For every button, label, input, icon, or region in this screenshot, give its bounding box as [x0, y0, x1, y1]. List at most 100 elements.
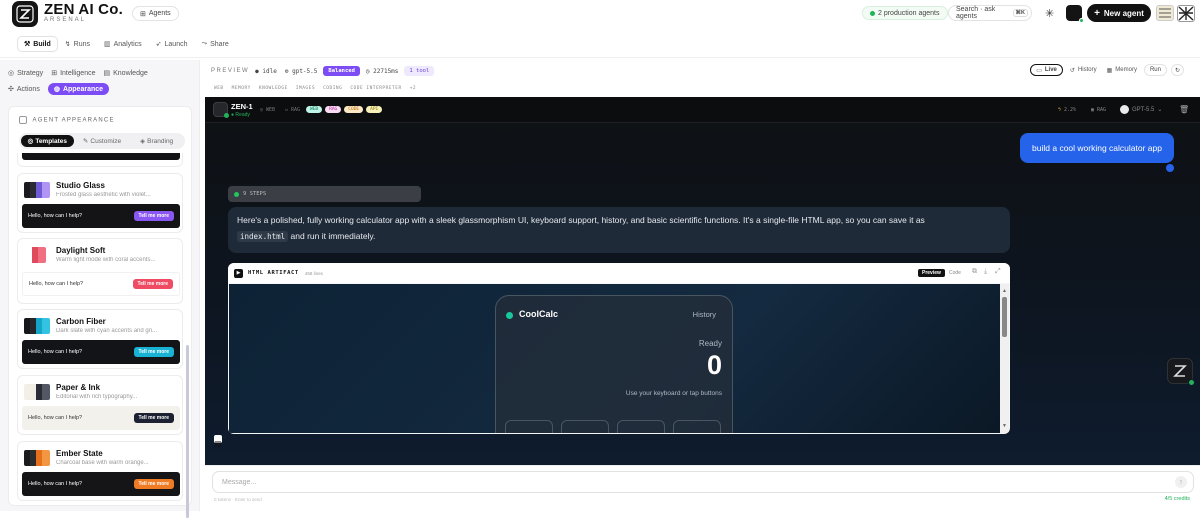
template-card-paper-ink[interactable]: Paper & Ink Editorial with rich typograp…: [17, 375, 183, 435]
message-placeholder: Message...: [222, 478, 257, 486]
composer-hint: 0 tokens · Enter to send: [214, 497, 262, 502]
trash-icon[interactable]: 🗑: [1179, 105, 1189, 114]
preview-actions: ▭ Live ↺ History ▦ Memory Run ↻: [1030, 64, 1184, 76]
appearance-panel: AGENT APPEARANCE ◎ Templates ✎ Customize ◈…: [8, 106, 192, 506]
run-icon: ↯: [64, 41, 71, 48]
model-selector[interactable]: GPT-5.5 ⌄: [1120, 105, 1162, 114]
calc-key[interactable]: [561, 420, 609, 433]
new-agent-label: New agent: [1103, 8, 1144, 18]
online-dot-icon: [1188, 379, 1195, 386]
calc-key[interactable]: [617, 420, 665, 433]
preview-cta: Tell me more: [133, 413, 174, 423]
template-desc: Frosted glass aesthetic with violet...: [56, 192, 151, 198]
preview-cta: Tell me more: [133, 347, 174, 357]
artifact-scrollbar[interactable]: ▲ ▼: [1000, 284, 1009, 433]
segment-templates[interactable]: ◎ Templates: [21, 135, 74, 147]
template-card-carbon-fiber[interactable]: Carbon Fiber Dark slate with cyan accent…: [17, 309, 183, 369]
steps-toggle[interactable]: 9 STEPS: [228, 186, 421, 202]
template-swatch: [24, 318, 50, 334]
preview-cta: Tell me more: [133, 211, 174, 221]
expand-icon[interactable]: ⤢: [995, 268, 1001, 276]
nav-strategy[interactable]: ◎ Strategy: [8, 67, 43, 79]
calc-title: CoolCalc: [519, 309, 559, 319]
model-icon: [1120, 105, 1129, 114]
refresh-icon[interactable]: ↻: [1170, 64, 1184, 76]
mode-tabs: ⚒ Build ↯ Runs ▥ Analytics ➶ Launch ⤳ Share: [18, 37, 235, 51]
preview-cta: Tell me more: [132, 279, 173, 289]
preview-tab[interactable]: Preview: [918, 269, 945, 277]
tab-analytics[interactable]: ▥ Analytics: [98, 37, 148, 51]
nav-intelligence[interactable]: ⊞ Intelligence: [51, 67, 95, 79]
response-code: index.html: [237, 231, 289, 242]
scroll-thumb[interactable]: [1002, 297, 1007, 337]
user-avatar[interactable]: [1177, 5, 1195, 22]
template-card-daylight-soft[interactable]: Daylight Soft Warm light mode with coral…: [17, 238, 183, 304]
copy-icon[interactable]: ⧉: [972, 268, 977, 276]
capability-tag: WEB: [214, 86, 224, 91]
nav-label: Knowledge: [113, 69, 148, 77]
calc-key[interactable]: [505, 420, 553, 433]
chat-preview: ZEN-1 ● Ready ◎ WEB ▭ RAG WEB RAG CODE A…: [205, 97, 1200, 465]
template-swatch: [24, 247, 46, 263]
floating-agent-launcher[interactable]: [1167, 358, 1195, 386]
template-card-studio-glass[interactable]: Studio Glass Frosted glass aesthetic wit…: [17, 173, 183, 233]
agent-avatar-small[interactable]: [1066, 5, 1084, 23]
production-status-pill[interactable]: 2 production agents: [862, 6, 948, 20]
preview-greeting: Hello, how can I help?: [28, 213, 83, 219]
scroll-up-icon[interactable]: ▲: [1002, 288, 1007, 294]
preview-model: ⚙ gpt-5.5: [284, 67, 318, 75]
badge-rag: RAG: [325, 106, 342, 113]
left-panel-scrollbar[interactable]: [186, 345, 189, 518]
play-icon: ▶: [234, 268, 243, 278]
agents-button[interactable]: ⊞ Agents: [132, 6, 179, 21]
template-desc: Charcoal base with warm orange...: [56, 460, 149, 466]
template-name: Daylight Soft: [56, 246, 106, 255]
workspace-icon[interactable]: [1156, 5, 1174, 21]
tab-launch[interactable]: ➶ Launch: [150, 37, 194, 51]
run-button[interactable]: Run: [1143, 64, 1167, 76]
sparkle-icon[interactable]: ✳: [1045, 7, 1054, 20]
tools-chip[interactable]: 1 tool: [404, 66, 435, 76]
live-label: Live: [1044, 67, 1057, 73]
template-card-ember-state[interactable]: Ember State Charcoal base with warm oran…: [17, 441, 183, 501]
template-card-partial[interactable]: [17, 153, 183, 167]
rocket-icon: ➶: [155, 41, 162, 48]
history-button[interactable]: ↺ History: [1067, 64, 1100, 76]
chevron-down-icon: ⌄: [1157, 107, 1163, 113]
new-agent-button[interactable]: + New agent: [1087, 4, 1151, 22]
tab-runs[interactable]: ↯ Runs: [59, 37, 96, 51]
user-avatar-dot: [1166, 164, 1174, 172]
preview-greeting: Hello, how can I help?: [29, 281, 84, 287]
segment-branding[interactable]: ◈ Branding: [130, 135, 183, 147]
scroll-down-icon[interactable]: ▼: [1002, 423, 1007, 429]
response-text-end: and run it immediately.: [290, 231, 376, 241]
mode-chip[interactable]: Balanced: [323, 66, 360, 76]
swatch-color: [42, 450, 50, 466]
segment-customize[interactable]: ✎ Customize: [76, 135, 129, 147]
calc-hint: Use your keyboard or tap buttons: [625, 390, 722, 397]
nav-actions[interactable]: ✣ Actions: [8, 83, 40, 95]
memory-button[interactable]: ▦ Memory: [1104, 64, 1140, 76]
calc-key[interactable]: [673, 420, 721, 433]
live-button[interactable]: ▭ Live: [1030, 64, 1063, 76]
search-input[interactable]: Search · ask agents ⌘K: [948, 5, 1032, 21]
calc-history-button[interactable]: History: [693, 310, 716, 319]
nav-label: Strategy: [17, 69, 44, 77]
nav-appearance[interactable]: ◍ Appearance: [47, 83, 110, 95]
top-bar: ZEN AI Co. ARSENAL ⊞ Agents 2 production…: [0, 0, 1200, 28]
nav-knowledge[interactable]: ▤ Knowledge: [103, 67, 147, 79]
memory-icon: ▦: [1106, 67, 1113, 74]
tab-build[interactable]: ⚒ Build: [18, 37, 57, 51]
download-icon[interactable]: ⤓: [984, 268, 987, 276]
message-input[interactable]: Message... ↑: [212, 471, 1194, 493]
segment-label: Branding: [147, 137, 174, 145]
template-swatch: [24, 450, 50, 466]
search-placeholder: Search · ask agents: [956, 6, 996, 20]
code-tab[interactable]: Code: [949, 270, 961, 276]
branding-icon: ◈: [140, 138, 146, 145]
tab-share[interactable]: ⤳ Share: [195, 37, 234, 51]
avatar-pattern-icon: [1178, 6, 1194, 21]
send-icon[interactable]: ↑: [1175, 476, 1187, 488]
app-logo[interactable]: [12, 1, 38, 27]
segment-label: Templates: [35, 137, 67, 145]
